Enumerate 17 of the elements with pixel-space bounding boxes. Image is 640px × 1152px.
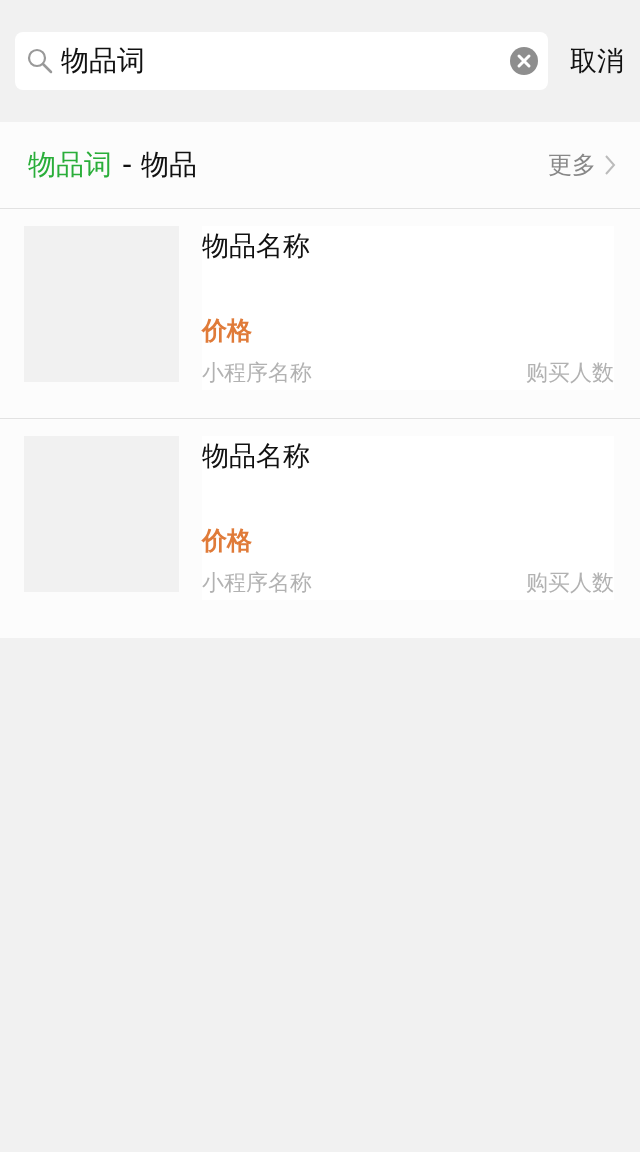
- app-name: 小程序名称: [202, 569, 312, 597]
- search-icon: [27, 48, 53, 74]
- section-title: - 物品: [122, 147, 197, 183]
- item-price: 价格: [202, 315, 253, 347]
- section-keyword: 物品词: [28, 147, 112, 183]
- item-name[interactable]: 物品名称: [202, 436, 614, 476]
- item-price: 价格: [202, 525, 253, 557]
- cancel-button[interactable]: 取消: [570, 43, 624, 79]
- search-field[interactable]: 物品词: [15, 32, 548, 90]
- item-name[interactable]: 物品名称: [202, 226, 614, 266]
- chevron-icon: [604, 154, 616, 176]
- more-link[interactable]: 更多: [548, 149, 616, 181]
- buyer-count: 购买人数: [526, 569, 614, 597]
- clear-icon[interactable]: [510, 47, 538, 75]
- search-input[interactable]: 物品词: [61, 44, 502, 78]
- buyer-count: 购买人数: [526, 359, 614, 387]
- app-name: 小程序名称: [202, 359, 312, 387]
